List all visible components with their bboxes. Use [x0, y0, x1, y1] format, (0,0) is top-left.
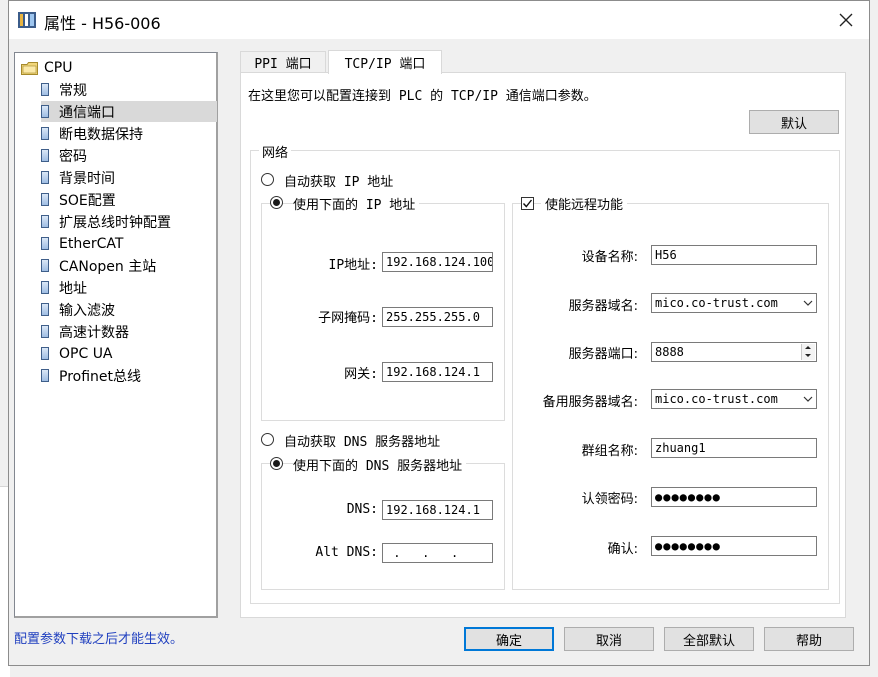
manual-dns-label: 使用下面的 DNS 服务器地址: [293, 455, 467, 474]
spin-down-icon: [805, 354, 811, 357]
backup-domain-select[interactable]: mico.co-trust.com: [651, 389, 817, 409]
auto-ip-radio[interactable]: [261, 173, 274, 186]
close-icon: [839, 13, 853, 27]
auto-dns-radio[interactable]: [261, 433, 274, 446]
device-name-input[interactable]: H56: [651, 245, 817, 265]
default-button[interactable]: 默认: [749, 110, 839, 134]
gateway-label: 网关:: [344, 367, 378, 382]
all-default-button[interactable]: 全部默认: [664, 627, 754, 651]
window-title: 属性 - H56-006: [44, 14, 161, 33]
manual-dns-group: [261, 463, 505, 590]
server-port-label: 服务器端口:: [568, 347, 638, 362]
page-icon: [41, 325, 49, 338]
tree-item-bus-clock[interactable]: 扩展总线时钟配置: [41, 211, 217, 232]
page-icon: [41, 347, 49, 360]
ip-address-label: IP地址:: [328, 258, 378, 273]
spin-buttons[interactable]: [801, 344, 815, 360]
dns-label: DNS:: [346, 502, 378, 517]
server-domain-select[interactable]: mico.co-trust.com: [651, 293, 817, 313]
device-name-label: 设备名称:: [581, 250, 638, 265]
tree-item-opc-ua[interactable]: OPC UA: [41, 343, 217, 364]
tree-item-retentive[interactable]: 断电数据保持: [41, 123, 217, 144]
tree-item-hs-counter[interactable]: 高速计数器: [41, 321, 217, 342]
page-icon: [41, 105, 49, 118]
chevron-down-icon: [803, 300, 813, 306]
auto-ip-label: 自动获取 IP 地址: [284, 175, 394, 190]
server-port-value: 8888: [655, 345, 684, 359]
claim-password-label: 认领密码:: [581, 492, 638, 507]
page-icon: [41, 127, 49, 140]
alt-dns-label: Alt DNS:: [315, 545, 378, 560]
tree-item-password[interactable]: 密码: [41, 145, 217, 166]
title-bar: 属性 - H56-006: [9, 1, 869, 39]
tab-ppi-port[interactable]: PPI 端口: [240, 51, 326, 73]
group-name-label: 群组名称:: [581, 444, 638, 459]
tree-root-cpu[interactable]: CPU: [21, 58, 72, 78]
tab-tcpip-port[interactable]: TCP/IP 端口: [328, 50, 442, 74]
backup-domain-value: mico.co-trust.com: [655, 392, 778, 406]
manual-ip-label: 使用下面的 IP 地址: [293, 194, 420, 213]
tree-item-ethercat[interactable]: EtherCAT: [41, 233, 217, 254]
tree-item-address[interactable]: 地址: [41, 277, 217, 298]
tree-item-general[interactable]: 常规: [41, 79, 217, 100]
alt-dns-input[interactable]: . . .: [382, 543, 493, 563]
subnet-mask-input[interactable]: 255.255.255.0: [382, 307, 493, 327]
subnet-mask-label: 子网掩码:: [318, 311, 378, 326]
server-port-spinbox[interactable]: 8888: [651, 342, 817, 362]
page-icon: [41, 171, 49, 184]
page-icon: [41, 259, 49, 272]
settings-tree: CPU 常规 通信端口 断电数据保持 密码 背景时间 SOE配置 扩展总线时钟配…: [14, 52, 218, 618]
chevron-down-icon: [803, 396, 813, 402]
backup-domain-label: 备用服务器域名:: [542, 395, 638, 410]
tree-item-profinet[interactable]: Profinet总线: [41, 365, 217, 386]
page-icon: [41, 281, 49, 294]
page-icon: [41, 193, 49, 206]
page-icon: [41, 83, 49, 96]
auto-dns-label: 自动获取 DNS 服务器地址: [284, 435, 441, 450]
confirm-password-input[interactable]: ●●●●●●●●: [651, 536, 817, 556]
cancel-button[interactable]: 取消: [564, 627, 654, 651]
help-button[interactable]: 帮助: [764, 627, 854, 651]
tree-item-background-time[interactable]: 背景时间: [41, 167, 217, 188]
page-icon: [41, 237, 49, 250]
page-icon: [41, 369, 49, 382]
tree-item-input-filter[interactable]: 输入滤波: [41, 299, 217, 320]
tree-item-comm-port[interactable]: 通信端口: [41, 101, 217, 122]
server-domain-value: mico.co-trust.com: [655, 296, 778, 310]
tree-root-label: CPU: [44, 60, 73, 76]
ip-address-input[interactable]: 192.168.124.100: [382, 252, 493, 272]
tree-item-soe[interactable]: SOE配置: [41, 189, 217, 210]
tree-item-canopen[interactable]: CANopen 主站: [41, 255, 217, 276]
close-button[interactable]: [823, 1, 869, 39]
network-group-legend: 网络: [259, 142, 292, 161]
dns-input[interactable]: 192.168.124.1: [382, 500, 493, 520]
server-domain-label: 服务器域名:: [568, 299, 638, 314]
group-name-input[interactable]: zhuang1: [651, 438, 817, 458]
folder-icon: [21, 61, 38, 75]
enable-remote-checkbox[interactable]: [521, 197, 534, 210]
ok-button[interactable]: 确定: [464, 627, 554, 651]
page-icon: [41, 149, 49, 162]
confirm-password-label: 确认:: [607, 542, 638, 557]
footer-hint: 配置参数下载之后才能生效。: [14, 632, 184, 647]
enable-remote-label: 使能远程功能: [541, 194, 628, 213]
manual-dns-radio[interactable]: [270, 457, 283, 470]
checkmark-icon: [522, 199, 533, 208]
page-icon: [41, 215, 49, 228]
page-icon: [41, 303, 49, 316]
gateway-input[interactable]: 192.168.124.1: [382, 362, 493, 382]
claim-password-input[interactable]: ●●●●●●●●: [651, 487, 817, 507]
app-icon: [18, 12, 36, 28]
intro-text: 在这里您可以配置连接到 PLC 的 TCP/IP 通信端口参数。: [248, 89, 597, 104]
manual-ip-radio[interactable]: [270, 196, 283, 209]
spin-up-icon: [805, 346, 811, 349]
